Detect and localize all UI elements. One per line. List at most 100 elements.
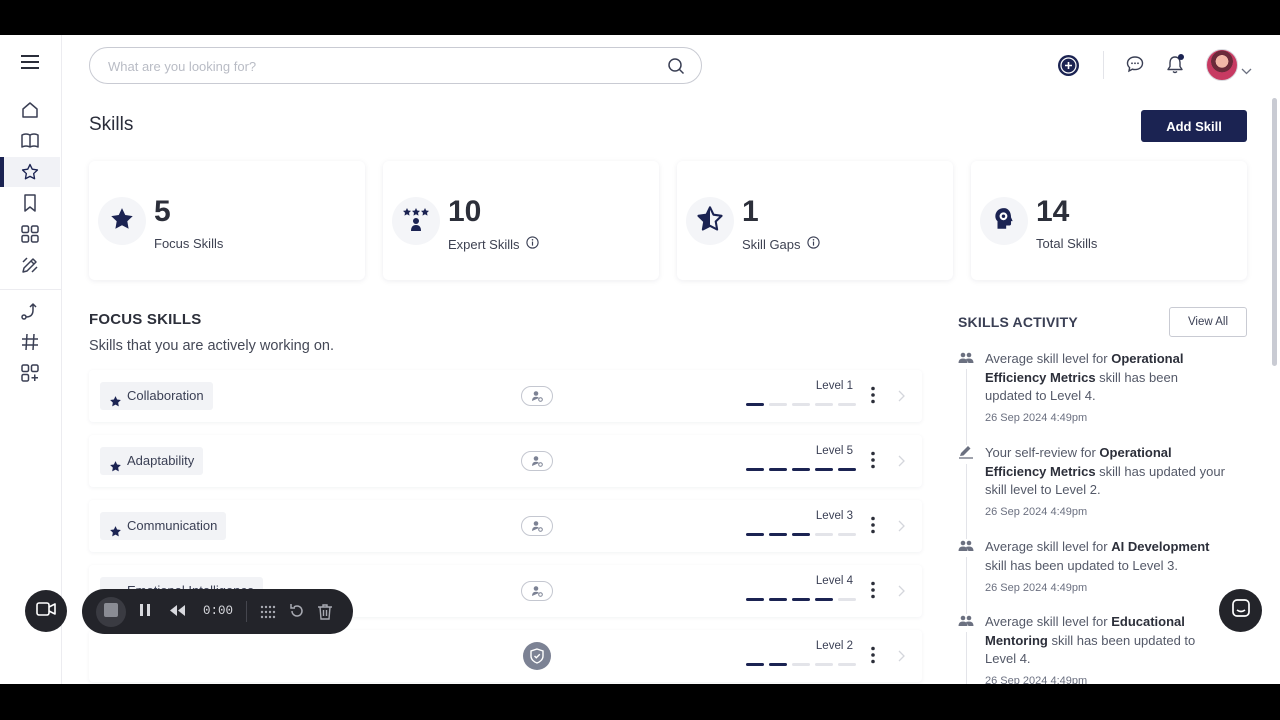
skill-row[interactable]: Adaptability Level 5 bbox=[89, 435, 922, 487]
stat-value: 1 bbox=[742, 195, 759, 228]
level-segment bbox=[792, 468, 810, 471]
activity-text: Average skill level for Operational Effi… bbox=[985, 350, 1225, 406]
stat-card-skill-gaps[interactable]: 1 Skill Gaps bbox=[677, 161, 953, 280]
level-segment bbox=[838, 533, 856, 536]
focus-skills-title: FOCUS SKILLS bbox=[89, 311, 202, 328]
star-icon bbox=[109, 455, 122, 483]
level-segment bbox=[746, 533, 764, 536]
head-gear-icon bbox=[991, 206, 1017, 237]
level-segment bbox=[792, 533, 810, 536]
info-icon[interactable] bbox=[525, 236, 539, 252]
more-options-icon[interactable] bbox=[871, 451, 875, 474]
level-segment bbox=[792, 663, 810, 666]
stat-label-text: Expert Skills bbox=[448, 236, 520, 252]
avatar[interactable] bbox=[1206, 49, 1238, 81]
activity-timestamp: 26 Sep 2024 4:49pm bbox=[985, 675, 1088, 684]
level-progress bbox=[746, 533, 856, 536]
people-icon bbox=[958, 614, 974, 632]
level-segment bbox=[838, 663, 856, 666]
skill-row[interactable]: Communication Level 3 bbox=[89, 500, 922, 552]
page-scrollbar[interactable] bbox=[1272, 98, 1277, 366]
sidebar-item-skills[interactable] bbox=[0, 157, 60, 187]
level-segment bbox=[838, 403, 856, 406]
self-review-icon[interactable] bbox=[521, 386, 553, 406]
sidebar-item-bookmarks[interactable] bbox=[0, 188, 60, 218]
activity-text: Your self-review for Operational Efficie… bbox=[985, 444, 1225, 500]
level-segment bbox=[815, 468, 833, 471]
hashtag-icon bbox=[21, 333, 39, 351]
sidebar-item-tags[interactable] bbox=[0, 327, 60, 357]
chevron-down-icon[interactable] bbox=[1241, 62, 1252, 80]
stat-card-expert-skills[interactable]: 10 Expert Skills bbox=[383, 161, 659, 280]
stop-recording-button[interactable] bbox=[96, 597, 126, 627]
info-icon[interactable] bbox=[806, 236, 820, 252]
restart-icon[interactable] bbox=[289, 603, 305, 624]
chat-bubble-icon bbox=[1231, 598, 1251, 623]
stat-icon-wrap bbox=[980, 197, 1028, 245]
more-options-icon[interactable] bbox=[871, 646, 875, 669]
stat-value: 14 bbox=[1036, 195, 1070, 228]
stat-icon-wrap bbox=[98, 197, 146, 245]
recording-timer: 0:00 bbox=[203, 604, 234, 618]
grid-icon bbox=[21, 225, 39, 243]
skill-chip[interactable]: Collaboration bbox=[100, 382, 213, 410]
skill-chip[interactable]: Communication bbox=[100, 512, 227, 540]
level-progress bbox=[746, 403, 856, 406]
activity-text-suffix: skill has been updated to Level 3. bbox=[985, 557, 1178, 573]
skill-chip[interactable]: Adaptability bbox=[100, 447, 204, 475]
view-all-button[interactable]: View All bbox=[1169, 307, 1247, 337]
activity-skill-name[interactable]: AI Development bbox=[1111, 539, 1209, 554]
search-input[interactable] bbox=[108, 57, 648, 75]
book-icon bbox=[21, 132, 39, 150]
stat-card-focus-skills[interactable]: 5 Focus Skills bbox=[89, 161, 365, 280]
chat-icon[interactable] bbox=[1126, 55, 1144, 78]
self-review-icon[interactable] bbox=[521, 581, 553, 601]
level-progress bbox=[746, 663, 856, 666]
recorder-separator bbox=[246, 601, 247, 622]
self-review-icon[interactable] bbox=[521, 451, 553, 471]
drag-handle-icon[interactable] bbox=[260, 604, 276, 625]
more-options-icon[interactable] bbox=[871, 386, 875, 409]
sidebar-item-paths[interactable] bbox=[0, 296, 60, 326]
level-segment bbox=[746, 598, 764, 601]
level-segment bbox=[769, 468, 787, 471]
sidebar-item-dashboard[interactable] bbox=[0, 219, 60, 249]
rewind-icon[interactable] bbox=[169, 604, 186, 622]
sidebar-item-apps[interactable] bbox=[0, 358, 60, 388]
menu-toggle[interactable] bbox=[0, 47, 60, 77]
level-label: Level 4 bbox=[815, 575, 853, 587]
activity-text: Average skill level for AI Development s… bbox=[985, 538, 1225, 575]
sidebar-item-home[interactable] bbox=[0, 95, 60, 125]
star-icon bbox=[109, 206, 135, 237]
level-label: Level 1 bbox=[815, 380, 853, 392]
level-progress bbox=[746, 468, 856, 471]
chevron-right-icon[interactable] bbox=[898, 649, 905, 667]
level-segment bbox=[815, 403, 833, 406]
level-segment bbox=[815, 533, 833, 536]
sidebar-item-tools[interactable] bbox=[0, 250, 60, 280]
activity-text-prefix: Average skill level for bbox=[985, 614, 1112, 629]
support-chat-launcher[interactable] bbox=[1219, 589, 1262, 632]
shield-badge-icon[interactable] bbox=[523, 642, 551, 670]
search-bar bbox=[89, 47, 702, 84]
skill-row[interactable]: Collaboration Level 1 bbox=[89, 370, 922, 422]
sidebar-item-library[interactable] bbox=[0, 126, 60, 156]
more-options-icon[interactable] bbox=[871, 516, 875, 539]
more-options-icon[interactable] bbox=[871, 581, 875, 604]
level-segment bbox=[746, 468, 764, 471]
activity-text-prefix: Average skill level for bbox=[985, 539, 1112, 554]
pause-icon[interactable] bbox=[139, 603, 151, 622]
add-circle-icon[interactable] bbox=[1057, 54, 1080, 82]
camera-toggle-button[interactable] bbox=[25, 590, 67, 632]
chevron-right-icon[interactable] bbox=[898, 389, 905, 407]
chevron-right-icon[interactable] bbox=[898, 454, 905, 472]
notification-bell-icon[interactable] bbox=[1166, 53, 1186, 80]
skill-row[interactable]: Level 2 bbox=[89, 630, 922, 682]
chevron-right-icon[interactable] bbox=[898, 584, 905, 602]
trash-icon[interactable] bbox=[317, 603, 333, 625]
self-review-icon[interactable] bbox=[521, 516, 553, 536]
chevron-right-icon[interactable] bbox=[898, 519, 905, 537]
search-icon[interactable] bbox=[667, 57, 685, 80]
add-skill-button[interactable]: Add Skill bbox=[1141, 110, 1247, 142]
stat-card-total-skills[interactable]: 14 Total Skills bbox=[971, 161, 1247, 280]
